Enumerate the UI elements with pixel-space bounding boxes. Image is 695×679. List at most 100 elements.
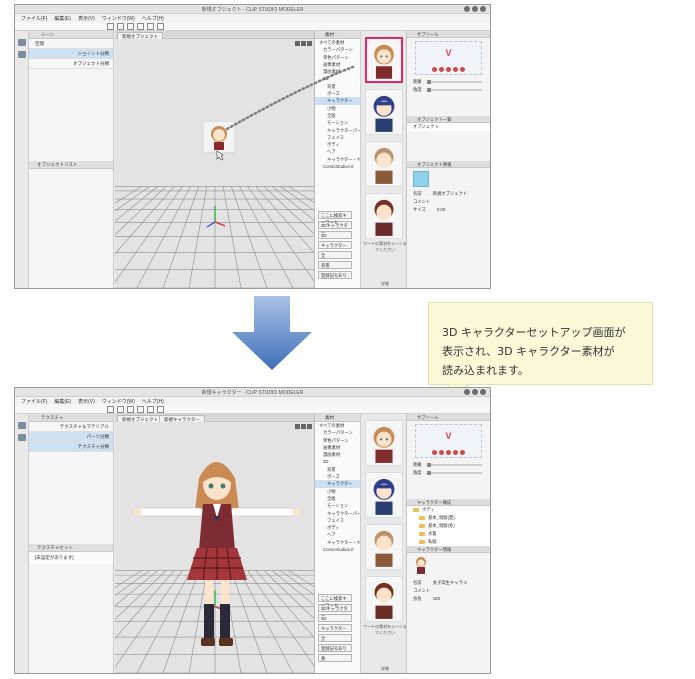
material-tree-items: すべての素材 カラーパターン 単色パターン 画像素材 漫画素材 3D 背景 ポーズ キャラクター… [315,422,360,553]
menu-window[interactable]: ウィンドウ(W) [102,398,135,405]
folder-icon [419,539,425,544]
search-input[interactable]: ここに検索キーワード [318,594,352,608]
tree-item[interactable]: フェイス [315,517,360,524]
tree-item[interactable]: ComicStudio4.0 [315,546,360,553]
menu-file[interactable]: ファイル(F) [21,398,47,405]
settings-icon[interactable] [157,406,164,413]
folder-icon [413,507,419,512]
callout-line-3: 読み込まれます。 [442,364,529,377]
tree-item[interactable]: 小物 [315,488,360,495]
prop-row: コメント [413,588,431,593]
drag-path [225,65,355,131]
material-tree: 素材 すべての素材 カラーパターン 単色パターン 画像素材 漫画素材 3D 背景 ポーズ キャラ… [315,414,361,673]
tag-button[interactable]: 素 [318,654,352,662]
window-controls[interactable] [464,389,486,395]
camera-widget[interactable]: V [415,424,482,458]
tree-item[interactable]: 漫画素材 [315,451,360,458]
angle-slider[interactable] [427,471,482,475]
texture-set-status: [未設定があります] [29,552,113,564]
setting-row: 距離 [407,461,490,469]
detail-label[interactable]: 詳細 [363,666,407,672]
menu-view[interactable]: 表示(V) [78,398,95,405]
window-title: 新規キャラクター - CLIP STUDIO MODELER [201,390,304,396]
structure-row[interactable]: 基本_制服(冬) [407,522,490,530]
tree-item[interactable]: カラーパターン [315,429,360,436]
texture-panel: テクスチャ テクスチャ＆マテリアル パーツ分類 テクスチャ分類 テクスチャセット… [29,414,114,673]
tree-item[interactable]: 単色パターン [315,437,360,444]
3d-character-model [133,462,301,646]
open-icon[interactable] [117,406,124,413]
prop-row: 名前 女子高生キャラ-3 [413,580,467,585]
tag-button[interactable]: 3Dキャラクター [318,604,352,618]
material-tree-header: 素材 [315,414,360,422]
move-tool-icon[interactable] [18,422,26,429]
tag-button[interactable]: 全 [318,634,352,642]
subtool-header: サブツール [407,414,490,421]
tag-button[interactable]: キャラクター [318,624,352,632]
texture-panel-header: テクスチャ [29,414,113,422]
texture-row[interactable]: パーツ分類 [29,432,113,442]
callout-line-1: 3D キャラクターセットアップ画面が [442,326,626,339]
tree-item[interactable]: すべての素材 [315,422,360,429]
callout-line-2: 表示され、3D キャラクター素材が [442,345,615,358]
tag-button[interactable]: 登録記号あり [318,644,352,652]
tree-item[interactable]: キャラクター・ヤング [315,539,360,546]
character-thumbnail[interactable] [365,420,403,466]
prop-row: 身長 160 [413,596,440,601]
right-panels: サブツール V 距離 角度 キャラクター構成 ボディ 基本_制服(夏) 基本_制服(… [406,414,490,673]
tree-item[interactable]: 全般 [315,495,360,502]
tree-item[interactable]: 3D [315,458,360,465]
structure-row[interactable]: 私服 [407,538,490,546]
search-tools: ここに検索キーワード 3Dキャラクター 3D キャラクター 全 登録記号あり 素 [315,592,360,664]
folder-icon [419,531,425,536]
folder-icon [419,523,425,528]
tree-item[interactable]: ポーズ [315,473,360,480]
texture-set-header: テクスチャセット [29,544,113,552]
character-structure-header: キャラクター構成 [407,499,490,506]
structure-row[interactable]: 基本_制服(夏) [407,514,490,522]
undo-icon[interactable] [137,406,144,413]
camera-tool-icon[interactable] [18,434,26,441]
close-icon[interactable] [480,389,486,395]
down-arrow-icon [232,296,312,370]
character-thumbnail[interactable] [365,472,403,518]
tree-item[interactable]: 背景 [315,466,360,473]
tree-item[interactable]: ヘア [315,531,360,538]
screenshot-before: 新規オブジェクト - CLIP STUDIO MODELER ファイル(F) 編… [14,4,491,289]
menu-bar: ファイル(F) 編集(E) 表示(V) ウィンドウ(W) ヘルプ(H) [15,397,490,405]
setting-row: 角度 [407,469,490,477]
tree-item[interactable]: モーション [315,502,360,509]
character-thumbnail[interactable] [365,576,403,622]
texture-row[interactable]: テクスチャ＆マテリアル [29,422,113,432]
character-info-header: キャラクター情報 [407,546,490,553]
texture-set-panel: テクスチャセット [未設定があります] [29,544,113,564]
tree-item[interactable]: キャラクターパーツ [315,510,360,517]
texture-row[interactable]: テクスチャ分類 [29,442,113,452]
tree-item[interactable]: キャラクター [315,480,360,488]
title-bar: 新規キャラクター - CLIP STUDIO MODELER [15,388,490,397]
tool-strip [15,414,29,673]
menu-edit[interactable]: 編集(E) [54,398,71,405]
tree-item[interactable]: ボディ [315,524,360,531]
folder-icon [419,515,425,520]
material-thumbnails: ワードの素材をシーンまでください 詳細 [361,414,407,673]
tree-item[interactable]: 画像素材 [315,444,360,451]
minimize-icon[interactable] [464,389,470,395]
maximize-icon[interactable] [472,389,478,395]
character-structure-list: ボディ 基本_制服(夏) 基本_制服(冬) 水着 私服 [407,506,490,546]
save-icon[interactable] [127,406,134,413]
character-thumbnail[interactable] [365,524,403,570]
command-bar [15,405,490,414]
structure-row[interactable]: 水着 [407,530,490,538]
character-preview [416,557,426,574]
screenshot-after: 新規キャラクター - CLIP STUDIO MODELER ファイル(F) 編… [14,387,491,674]
material-panel: 素材 すべての素材 カラーパターン 単色パターン 画像素材 漫画素材 3D 背景 ポーズ キャラ… [315,414,407,673]
explanation-callout: 3D キャラクターセットアップ画面が 表示され、3D キャラクター素材が 読み込… [428,302,653,385]
new-icon[interactable] [107,406,114,413]
menu-help[interactable]: ヘルプ(H) [142,398,164,405]
structure-row[interactable]: ボディ [407,506,490,514]
viewport[interactable]: 新規オブジェクト 新規キャラクター [115,414,315,673]
distance-slider[interactable] [427,463,482,467]
tag-button[interactable]: 3D [318,614,352,622]
redo-icon[interactable] [147,406,154,413]
